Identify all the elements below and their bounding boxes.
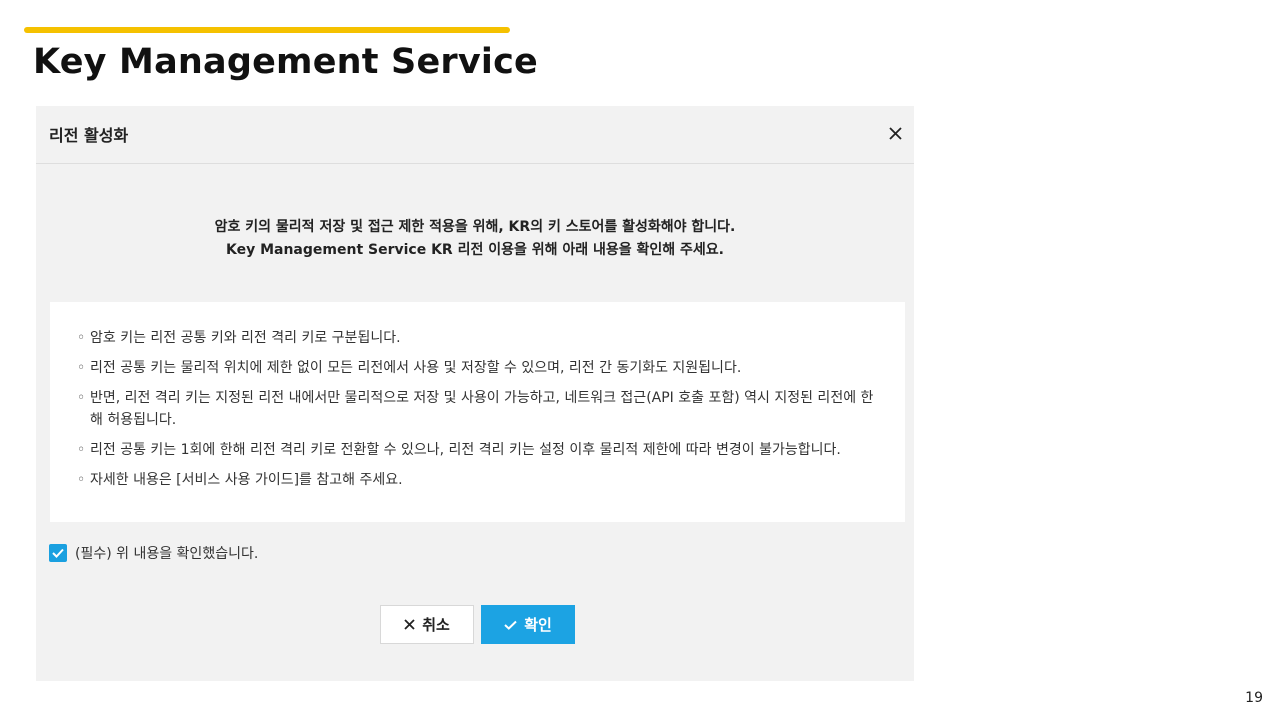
list-item: ◦ 리전 공통 키는 1회에 한해 리전 격리 키로 전환할 수 있으나, 리전… bbox=[77, 439, 875, 461]
bullet-icon: ◦ bbox=[77, 472, 86, 488]
intro-line-2: Key Management Service KR 리전 이용을 위해 아래 내… bbox=[225, 242, 724, 258]
region-activation-dialog: 리전 활성화 암호 키의 물리적 저장 및 접근 제한 적용을 위해, KR의 … bbox=[36, 106, 914, 681]
dialog-header: 리전 활성화 bbox=[36, 106, 914, 164]
consent-checkbox-row[interactable]: (필수) 위 내용을 확인했습니다. bbox=[49, 543, 258, 563]
list-item-text: 반면, 리전 격리 키는 지정된 리전 내에서만 물리적으로 저장 및 사용이 … bbox=[90, 390, 874, 428]
dialog-intro: 암호 키의 물리적 저장 및 접근 제한 적용을 위해, KR의 키 스토어를 … bbox=[36, 216, 914, 262]
checkmark-icon bbox=[52, 548, 64, 558]
dialog-title: 리전 활성화 bbox=[49, 126, 129, 145]
list-item-text: 암호 키는 리전 공통 키와 리전 격리 키로 구분됩니다. bbox=[90, 330, 401, 346]
bullet-icon: ◦ bbox=[77, 442, 86, 458]
bullet-icon: ◦ bbox=[77, 330, 86, 346]
close-button[interactable] bbox=[882, 120, 908, 146]
slide-title: Key Management Service bbox=[33, 42, 538, 82]
checkmark-icon bbox=[504, 620, 517, 630]
list-item: ◦ 자세한 내용은 [서비스 사용 가이드]를 참고해 주세요. bbox=[77, 469, 875, 491]
cancel-button-label: 취소 bbox=[422, 616, 450, 634]
intro-line-1: 암호 키의 물리적 저장 및 접근 제한 적용을 위해, KR의 키 스토어를 … bbox=[214, 219, 736, 235]
bullet-icon: ◦ bbox=[77, 360, 86, 376]
confirm-button[interactable]: 확인 bbox=[481, 605, 575, 644]
info-box: ◦ 암호 키는 리전 공통 키와 리전 격리 키로 구분됩니다. ◦ 리전 공통… bbox=[50, 302, 905, 522]
list-item: ◦ 리전 공통 키는 물리적 위치에 제한 없이 모든 리전에서 사용 및 저장… bbox=[77, 357, 875, 379]
title-accent-bar bbox=[24, 27, 510, 33]
list-item: ◦ 암호 키는 리전 공통 키와 리전 격리 키로 구분됩니다. bbox=[77, 327, 875, 349]
list-item-text: 리전 공통 키는 1회에 한해 리전 격리 키로 전환할 수 있으나, 리전 격… bbox=[90, 442, 841, 458]
bullet-icon: ◦ bbox=[77, 390, 86, 406]
close-icon bbox=[888, 126, 902, 140]
close-icon bbox=[404, 619, 415, 630]
consent-checkbox[interactable] bbox=[49, 544, 67, 562]
list-item-text: 자세한 내용은 [서비스 사용 가이드]를 참고해 주세요. bbox=[90, 472, 403, 488]
confirm-button-label: 확인 bbox=[524, 616, 552, 634]
consent-label: (필수) 위 내용을 확인했습니다. bbox=[75, 546, 259, 562]
list-item: ◦ 반면, 리전 격리 키는 지정된 리전 내에서만 물리적으로 저장 및 사용… bbox=[77, 387, 875, 431]
page-number: 19 bbox=[1245, 690, 1263, 706]
list-item-text: 리전 공통 키는 물리적 위치에 제한 없이 모든 리전에서 사용 및 저장할 … bbox=[90, 360, 742, 376]
cancel-button[interactable]: 취소 bbox=[380, 605, 474, 644]
